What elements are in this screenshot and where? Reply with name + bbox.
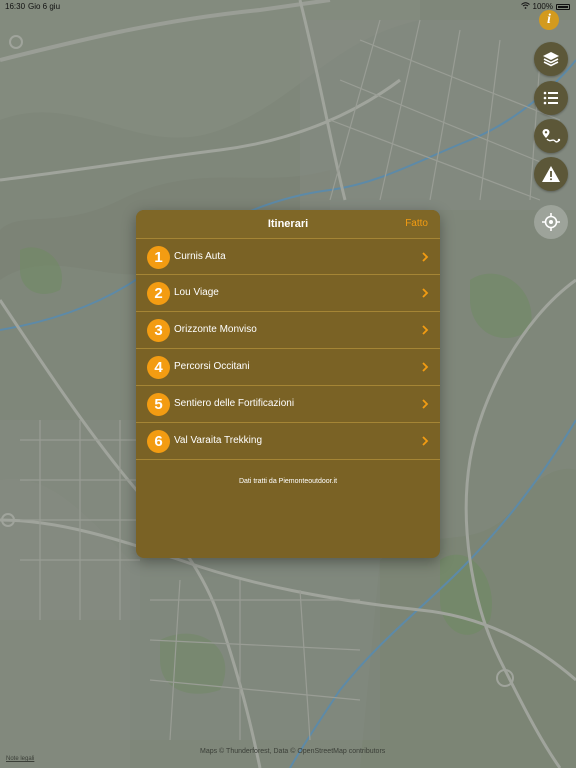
map-attribution: Maps © Thunderforest, Data © OpenStreetM…	[200, 748, 386, 755]
modal-header: Itinerari Fatto	[136, 210, 440, 238]
itinerary-label: Percorsi Occitani	[174, 361, 250, 372]
itineraries-modal: Itinerari Fatto 1 Curnis Auta 2 Lou Viag…	[136, 210, 440, 558]
warning-icon	[542, 166, 560, 182]
chevron-right-icon	[422, 436, 429, 446]
chevron-right-icon	[422, 399, 429, 409]
route-button[interactable]	[534, 119, 568, 153]
itinerary-item-1[interactable]: 1 Curnis Auta	[136, 238, 440, 275]
itinerary-number-badge: 4	[147, 356, 170, 379]
status-date: Gio 6 giu	[28, 2, 61, 11]
itinerary-number-badge: 1	[147, 246, 170, 269]
chevron-right-icon	[422, 325, 429, 335]
itinerary-number-badge: 2	[147, 282, 170, 305]
itinerary-item-6[interactable]: 6 Val Varaita Trekking	[136, 423, 440, 460]
list-button[interactable]	[534, 81, 568, 115]
itinerary-number-badge: 5	[147, 393, 170, 416]
battery-icon	[556, 3, 570, 10]
layers-button[interactable]	[534, 42, 568, 76]
legal-link[interactable]: Note legali	[6, 756, 34, 762]
itinerary-label: Orizzonte Monviso	[174, 324, 257, 335]
data-source-note: Dati tratti da Piemonteoutdoor.it	[238, 478, 338, 485]
layers-icon	[543, 52, 559, 67]
itinerary-item-3[interactable]: 3 Orizzonte Monviso	[136, 312, 440, 349]
locate-button[interactable]	[534, 205, 568, 239]
locate-icon	[542, 213, 560, 231]
chevron-right-icon	[422, 362, 429, 372]
itinerary-number-badge: 6	[147, 430, 170, 453]
warning-button[interactable]	[534, 157, 568, 191]
route-icon	[542, 129, 561, 143]
done-button[interactable]: Fatto	[405, 218, 428, 229]
itinerary-label: Lou Viage	[174, 287, 219, 298]
chevron-right-icon	[422, 288, 429, 298]
chevron-right-icon	[422, 252, 429, 262]
info-button[interactable]: i	[539, 10, 559, 30]
status-bar: 16:30 Gio 6 giu 100%	[0, 0, 576, 14]
itinerary-item-2[interactable]: 2 Lou Viage	[136, 275, 440, 312]
modal-title: Itinerari	[267, 218, 309, 230]
itinerary-label: Val Varaita Trekking	[174, 435, 263, 446]
itinerary-label: Curnis Auta	[174, 251, 226, 262]
itinerary-item-4[interactable]: 4 Percorsi Occitani	[136, 349, 440, 386]
itinerary-item-5[interactable]: 5 Sentiero delle Fortificazioni	[136, 386, 440, 423]
wifi-icon	[520, 2, 530, 11]
list-icon	[543, 91, 558, 105]
itinerary-label: Sentiero delle Fortificazioni	[174, 398, 295, 409]
info-icon: i	[547, 12, 551, 27]
status-time: 16:30	[5, 2, 26, 11]
itinerary-number-badge: 3	[147, 319, 170, 342]
itinerary-list: 1 Curnis Auta 2 Lou Viage 3 Orizzonte Mo…	[136, 238, 440, 460]
